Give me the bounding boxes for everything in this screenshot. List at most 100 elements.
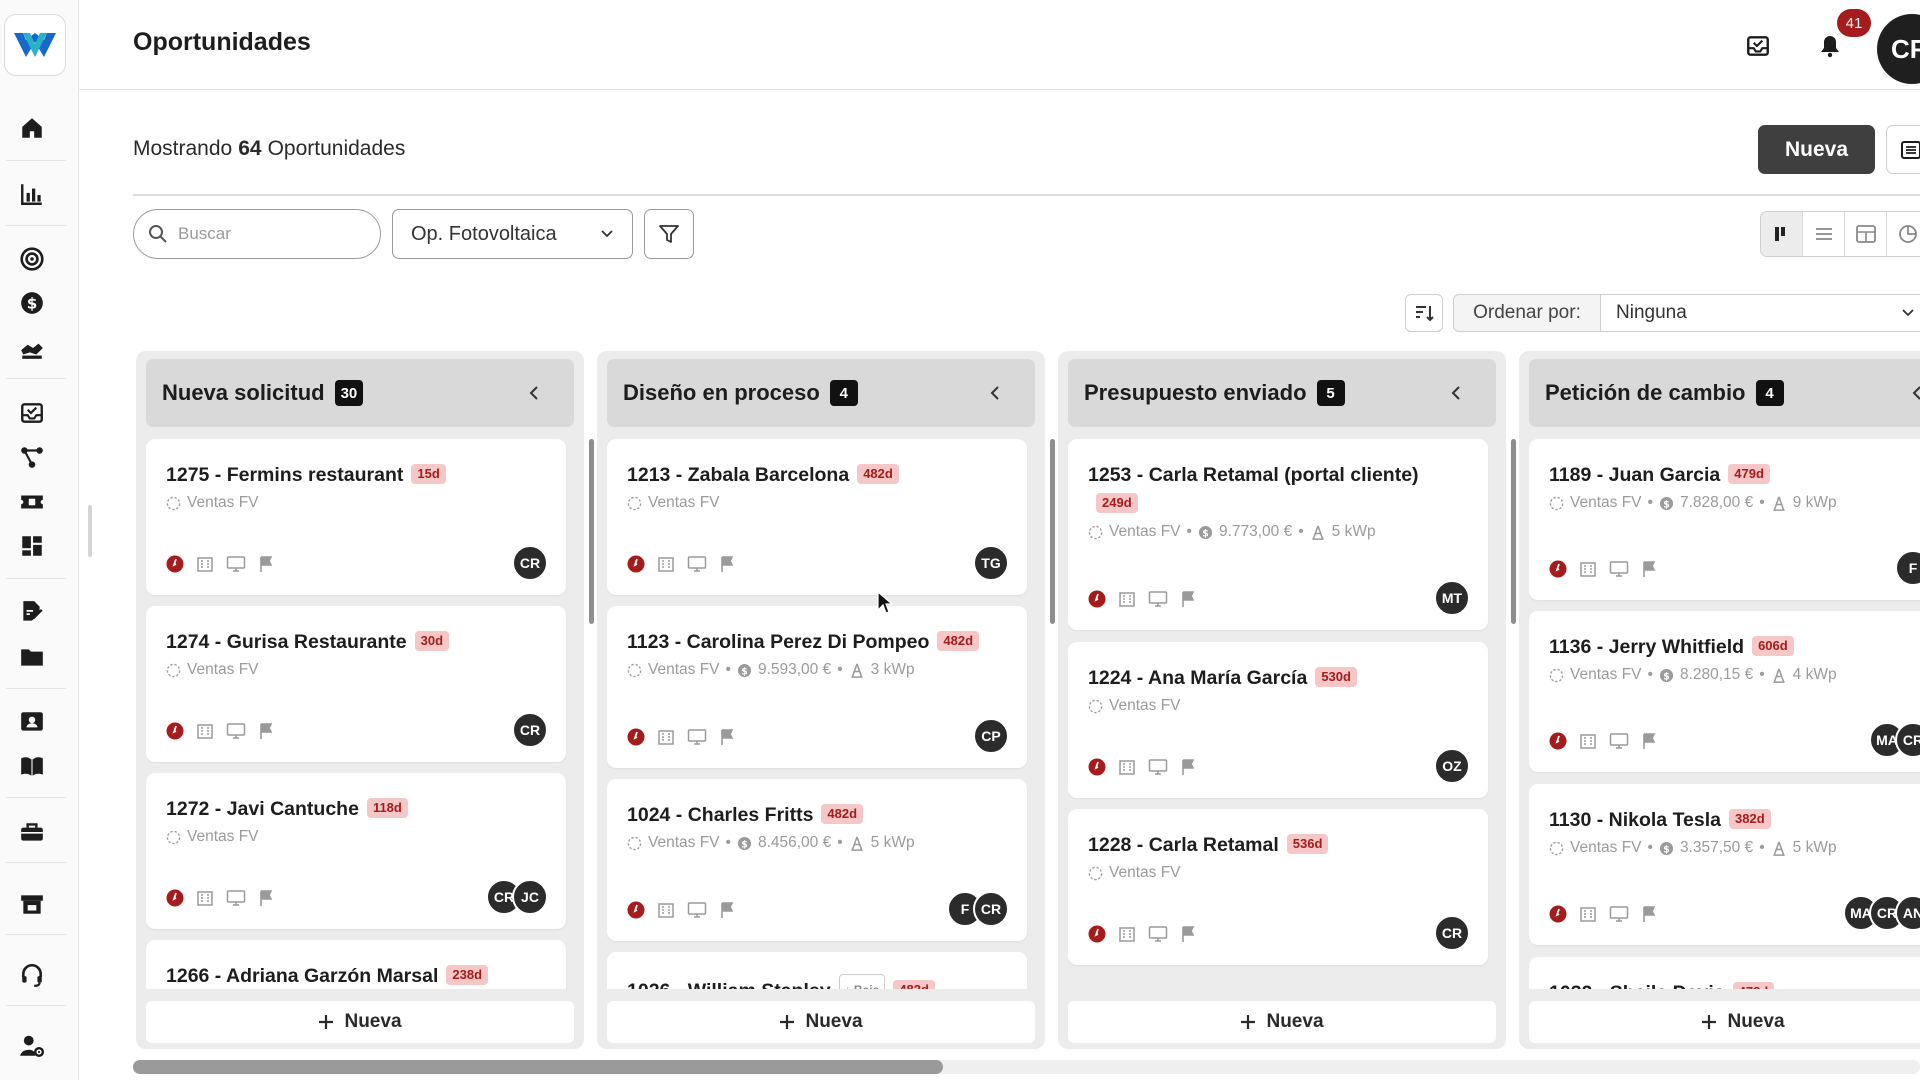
horizontal-scroll-thumb[interactable] <box>133 1060 943 1074</box>
filter-button[interactable] <box>644 209 694 259</box>
assignee-avatar[interactable]: CR <box>973 891 1009 927</box>
age-badge: 606d <box>1752 636 1794 656</box>
monitor-icon <box>687 556 707 572</box>
opportunity-card[interactable]: 1228 - Carla Retamal 536d Ventas FV CR <box>1068 809 1488 965</box>
age-badge: 479d <box>1728 464 1770 484</box>
card-type: Ventas FV <box>187 828 259 845</box>
opportunity-card[interactable]: 1136 - Jerry Whitfield 606d Ventas FV • $8.… <box>1529 611 1920 772</box>
building-icon <box>1580 734 1596 749</box>
opportunity-card[interactable]: 1026 - William Stanley ↓ Baja 482d <box>607 952 1027 989</box>
status-dashed-circle-icon <box>1549 668 1564 682</box>
assignee-avatar[interactable]: F <box>1895 550 1920 586</box>
monitor-icon <box>1609 733 1629 749</box>
card-title: 1130 - Nikola Tesla <box>1549 809 1721 831</box>
opportunity-card[interactable]: 1213 - Zabala Barcelona 482d Ventas FV TG <box>607 439 1027 595</box>
status-dashed-circle-icon <box>1088 866 1103 880</box>
search-box[interactable] <box>133 209 381 259</box>
assignee-avatar[interactable]: OZ <box>1434 748 1470 784</box>
store-icon[interactable] <box>17 889 47 919</box>
ticket-icon[interactable] <box>17 487 47 517</box>
assignee-avatar[interactable]: CR <box>1434 915 1470 951</box>
column-scrollbar[interactable] <box>1050 439 1055 624</box>
folder-icon[interactable] <box>17 642 47 672</box>
add-card-button[interactable]: Nueva <box>1529 1001 1920 1043</box>
horizontal-scrollbar[interactable] <box>133 1060 1920 1074</box>
table-view-button[interactable] <box>1845 212 1887 256</box>
assignee-avatar[interactable]: CP <box>973 718 1009 754</box>
tasks-inbox-icon[interactable] <box>1742 30 1774 62</box>
building-icon <box>658 903 674 918</box>
priority-icon <box>1549 560 1567 578</box>
opportunity-card[interactable]: 1024 - Charles Fritts 482d Ventas FV • $8.4… <box>607 779 1027 941</box>
solar-panel-icon <box>851 836 863 851</box>
headset-icon[interactable] <box>17 960 47 990</box>
assignee-avatar[interactable]: MT <box>1434 580 1470 616</box>
pipeline-select[interactable]: Op. Fotovoltaica <box>392 209 633 259</box>
card-icons <box>166 889 274 907</box>
app-logo[interactable] <box>4 14 66 76</box>
assignee-avatar[interactable]: TG <box>973 545 1009 581</box>
contacts-icon[interactable] <box>17 707 47 737</box>
collapse-column-button[interactable] <box>522 381 546 405</box>
opportunity-card[interactable]: 1123 - Carolina Perez Di Pompeo 482d Vent… <box>607 606 1027 768</box>
sort-direction-button[interactable] <box>1405 294 1443 332</box>
column-scrollbar[interactable] <box>1511 439 1516 624</box>
collapse-column-button[interactable] <box>1905 381 1920 405</box>
assignee-avatar[interactable]: JC <box>512 879 548 915</box>
add-card-button[interactable]: Nueva <box>1068 1001 1496 1043</box>
inbox-icon[interactable] <box>17 398 47 428</box>
new-opportunity-button[interactable]: Nueva <box>1758 125 1875 174</box>
flow-icon[interactable] <box>17 442 47 472</box>
chevron-down-icon <box>601 230 613 238</box>
dollar-icon[interactable]: $ <box>17 288 47 318</box>
priority-icon <box>627 901 645 919</box>
chevron-left-icon <box>990 386 999 400</box>
opportunity-card[interactable]: 1130 - Nikola Tesla 382d Ventas FV • $3.357… <box>1529 784 1920 945</box>
card-amount: 7.828,00 € <box>1679 494 1754 511</box>
bell-icon[interactable] <box>1814 30 1846 62</box>
svg-text:$: $ <box>1663 844 1670 855</box>
chart-icon[interactable] <box>17 179 47 209</box>
opportunity-card[interactable]: 1272 - Javi Cantuche 118d Ventas FV CR JC <box>146 773 566 929</box>
svg-text:$: $ <box>27 294 38 312</box>
sidebar-resize-handle[interactable] <box>88 505 92 557</box>
list-options-button[interactable] <box>1886 125 1920 174</box>
home-icon[interactable] <box>17 113 47 143</box>
target-icon[interactable] <box>17 244 47 274</box>
chart-view-button[interactable] <box>1887 212 1920 256</box>
coin-icon: $ <box>737 836 752 850</box>
kanban-view-button[interactable] <box>1761 212 1803 256</box>
toolbox-icon[interactable] <box>17 817 47 847</box>
assignee-avatars: MA CR AN <box>1843 895 1920 931</box>
solar-panel-icon <box>1312 525 1324 540</box>
card-icons <box>627 555 735 573</box>
add-card-button[interactable]: Nueva <box>146 1001 574 1043</box>
priority-icon <box>627 555 645 573</box>
age-badge: 118d <box>366 798 408 818</box>
search-input[interactable] <box>178 224 358 244</box>
column-scrollbar[interactable] <box>589 439 594 624</box>
opportunity-card[interactable]: 1266 - Adriana Garzón Marsal 238d <box>146 940 566 989</box>
collapse-column-button[interactable] <box>983 381 1007 405</box>
sort-select[interactable]: Ninguna <box>1600 294 1920 332</box>
assignee-avatar[interactable]: CR <box>512 712 548 748</box>
card-amount: 9.593,00 € <box>757 661 832 678</box>
sort-icon <box>1416 306 1434 322</box>
opportunity-card[interactable]: 1275 - Fermins restaurant 15d Ventas FV C… <box>146 439 566 595</box>
sign-document-icon[interactable] <box>17 597 47 627</box>
assignee-avatars: MT <box>1434 580 1470 616</box>
collapse-column-button[interactable] <box>1444 381 1468 405</box>
add-card-button[interactable]: Nueva <box>607 1001 1035 1043</box>
opportunity-card[interactable]: 1274 - Gurisa Restaurante 30d Ventas FV C… <box>146 606 566 762</box>
handshake-icon[interactable] <box>17 333 47 363</box>
opportunity-card[interactable]: 1189 - Juan Garcia 479d Ventas FV • $7.828,… <box>1529 439 1920 600</box>
opportunity-card[interactable]: 1032 - Sheila Davis 478d <box>1529 957 1920 989</box>
user-settings-icon[interactable] <box>17 1031 47 1061</box>
card-title: 1136 - Jerry Whitfield <box>1549 636 1745 658</box>
list-view-button[interactable] <box>1803 212 1845 256</box>
book-icon[interactable] <box>17 751 47 781</box>
assignee-avatar[interactable]: CR <box>512 545 548 581</box>
dashboard-icon[interactable] <box>17 531 47 561</box>
opportunity-card[interactable]: 1224 - Ana María García 530d Ventas FV OZ <box>1068 642 1488 798</box>
opportunity-card[interactable]: 1253 - Carla Retamal (portal cliente) 249… <box>1068 439 1488 630</box>
